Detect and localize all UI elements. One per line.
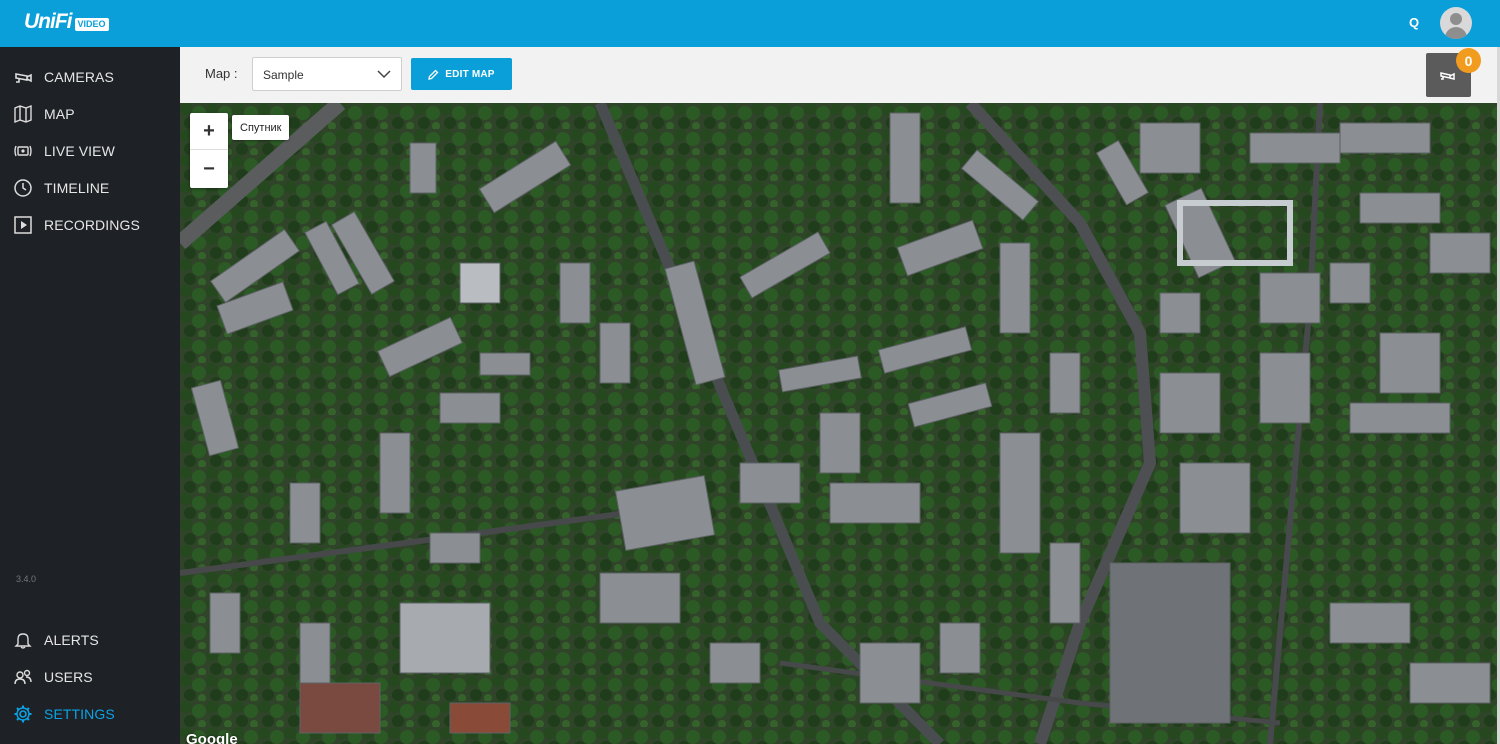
sidebar-item-recordings[interactable]: RECORDINGS: [0, 206, 180, 243]
sidebar-item-settings[interactable]: SETTINGS: [0, 695, 180, 732]
sidebar-item-label: LIVE VIEW: [44, 143, 115, 159]
satellite-map[interactable]: + − Спутник Google: [180, 103, 1497, 744]
map-type-button[interactable]: Спутник: [232, 115, 290, 140]
sidebar-item-live-view[interactable]: LIVE VIEW: [0, 132, 180, 169]
zoom-control: + −: [190, 113, 228, 188]
chevron-down-icon: [377, 70, 391, 79]
search-button[interactable]: Q: [1409, 15, 1419, 30]
main-content: Map : Sample EDIT MAP 0 + − Спутник Goog…: [180, 47, 1497, 744]
map-label: Map :: [205, 66, 238, 81]
sidebar: CAMERAS MAP LIVE VIEW TIMELINE RECORDING…: [0, 47, 180, 744]
gear-icon: [14, 705, 32, 723]
zoom-in-button[interactable]: +: [190, 113, 228, 150]
sidebar-item-label: RECORDINGS: [44, 217, 140, 233]
sidebar-item-timeline[interactable]: TIMELINE: [0, 169, 180, 206]
bell-icon: [14, 633, 32, 649]
camera-icon: [1440, 72, 1455, 80]
camera-count-badge: 0: [1456, 48, 1481, 73]
sidebar-item-cameras[interactable]: CAMERAS: [0, 58, 180, 95]
map-select[interactable]: Sample: [252, 57, 402, 91]
sidebar-item-label: SETTINGS: [44, 706, 115, 722]
sidebar-item-map[interactable]: MAP: [0, 95, 180, 132]
logo-text: UniFi: [24, 10, 72, 33]
unifi-logo[interactable]: UniFi VIDEO: [24, 10, 109, 34]
sidebar-item-label: MAP: [44, 106, 75, 122]
camera-icon: [15, 73, 32, 83]
sidebar-item-label: ALERTS: [44, 632, 99, 648]
edit-map-label: EDIT MAP: [445, 68, 495, 80]
map-select-value: Sample: [263, 68, 304, 82]
pencil-icon: [428, 69, 439, 80]
recordings-icon: [14, 216, 32, 234]
zoom-out-button[interactable]: −: [190, 151, 228, 188]
logo-badge: VIDEO: [74, 17, 109, 31]
sidebar-item-label: TIMELINE: [44, 180, 110, 196]
user-avatar[interactable]: [1440, 7, 1472, 39]
map-icon: [14, 104, 32, 124]
map-toolbar: Map : Sample EDIT MAP 0: [180, 47, 1497, 103]
sidebar-item-users[interactable]: USERS: [0, 658, 180, 695]
satellite-imagery: [180, 103, 1497, 744]
google-attribution: Google: [186, 731, 238, 744]
avatar-head: [1450, 13, 1462, 25]
version-label: 3.4.0: [16, 574, 37, 584]
clock-icon: [14, 179, 32, 197]
top-bar: UniFi VIDEO Q: [0, 0, 1500, 47]
sidebar-item-alerts[interactable]: ALERTS: [0, 621, 180, 658]
edit-map-button[interactable]: EDIT MAP: [411, 58, 512, 90]
sidebar-item-label: USERS: [44, 669, 93, 685]
sidebar-item-label: CAMERAS: [44, 69, 114, 85]
users-icon: [14, 669, 32, 685]
live-view-icon: [14, 145, 32, 157]
avatar-body: [1445, 27, 1467, 39]
